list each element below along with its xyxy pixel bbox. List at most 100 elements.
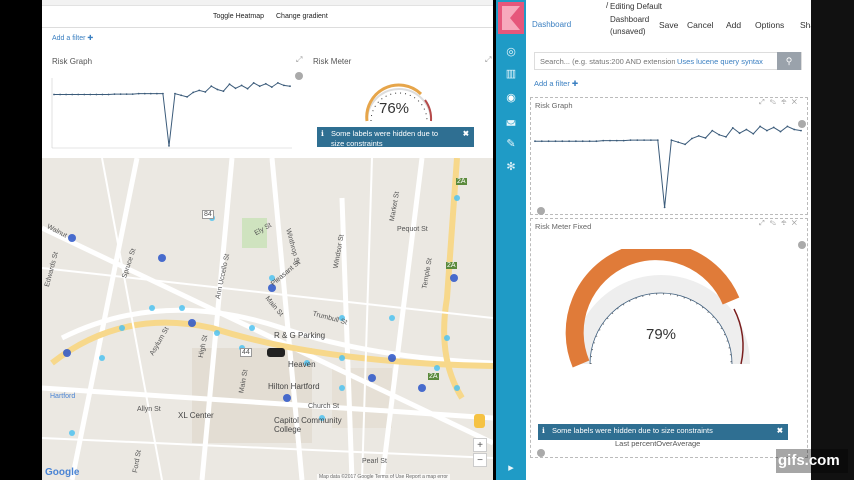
heatmap-map[interactable]: Walnut Edwards St Ely St Pleasant St Mai… bbox=[42, 158, 493, 480]
risk-data-point[interactable] bbox=[684, 143, 686, 146]
risk-data-point[interactable] bbox=[270, 86, 273, 88]
risk-data-point[interactable] bbox=[547, 140, 550, 143]
risk-data-point[interactable] bbox=[137, 92, 140, 95]
risk-data-point[interactable] bbox=[162, 92, 164, 95]
add-button[interactable]: Add bbox=[726, 20, 741, 30]
risk-data-point[interactable] bbox=[59, 93, 61, 96]
risk-data-point[interactable] bbox=[656, 139, 659, 141]
risk-data-point[interactable] bbox=[107, 93, 110, 96]
risk-data-point[interactable] bbox=[602, 139, 605, 142]
risk-data-point[interactable] bbox=[595, 140, 598, 143]
devtools-icon[interactable]: ✎ bbox=[504, 138, 518, 150]
lucene-syntax-link[interactable]: Uses lucene query syntax bbox=[675, 57, 763, 66]
options-button[interactable]: Options bbox=[755, 20, 784, 30]
expand-icon[interactable]: ⤢ bbox=[485, 55, 491, 65]
risk-data-point[interactable] bbox=[766, 129, 768, 132]
risk-data-point[interactable] bbox=[283, 84, 285, 87]
risk-data-point[interactable] bbox=[759, 125, 761, 128]
risk-data-point[interactable] bbox=[581, 140, 584, 143]
risk-data-point[interactable] bbox=[228, 83, 231, 86]
map-attribution[interactable]: Map data ©2017 Google Terms of Use Repor… bbox=[317, 474, 450, 480]
risk-data-point[interactable] bbox=[174, 92, 176, 95]
risk-data-point[interactable] bbox=[650, 139, 652, 141]
zoom-in-button[interactable]: + bbox=[473, 438, 487, 452]
risk-data-point[interactable] bbox=[65, 93, 67, 96]
risk-data-point[interactable] bbox=[222, 90, 225, 93]
risk-data-point[interactable] bbox=[125, 93, 128, 95]
risk-data-point[interactable] bbox=[636, 139, 639, 141]
risk-data-point[interactable] bbox=[615, 139, 618, 142]
add-filter-link[interactable]: Add a filter ✚ bbox=[52, 34, 93, 42]
risk-data-point[interactable] bbox=[725, 136, 727, 138]
risk-data-point[interactable] bbox=[156, 92, 158, 95]
risk-data-point[interactable] bbox=[793, 128, 796, 131]
change-gradient-button[interactable]: Change gradient bbox=[276, 13, 328, 20]
timelion-icon[interactable]: ◛ bbox=[504, 114, 518, 126]
risk-data-point[interactable] bbox=[752, 132, 755, 135]
risk-data-point[interactable] bbox=[289, 85, 291, 88]
risk-data-point[interactable] bbox=[246, 87, 249, 90]
risk-data-point[interactable] bbox=[264, 82, 267, 85]
risk-data-point[interactable] bbox=[216, 88, 219, 91]
risk-data-point[interactable] bbox=[277, 82, 279, 84]
risk-data-point[interactable] bbox=[704, 137, 707, 139]
risk-data-point[interactable] bbox=[800, 129, 802, 132]
risk-data-point[interactable] bbox=[252, 82, 255, 84]
risk-data-point[interactable] bbox=[71, 93, 74, 96]
risk-data-point[interactable] bbox=[663, 206, 666, 209]
toggle-heatmap-button[interactable]: Toggle Heatmap bbox=[213, 13, 264, 20]
risk-data-point[interactable] bbox=[731, 127, 734, 129]
risk-data-point[interactable] bbox=[210, 85, 213, 88]
discover-icon[interactable]: ◎ bbox=[504, 46, 518, 58]
risk-data-point[interactable] bbox=[697, 135, 700, 137]
risk-data-point[interactable] bbox=[718, 133, 721, 136]
panel-controls[interactable]: ⤢✎✥✕ bbox=[759, 220, 802, 228]
risk-data-point[interactable] bbox=[180, 94, 183, 97]
risk-data-point[interactable] bbox=[568, 140, 570, 143]
close-icon[interactable]: ✖ bbox=[463, 129, 469, 138]
risk-data-point[interactable] bbox=[198, 89, 201, 92]
close-icon[interactable]: ✖ bbox=[777, 426, 783, 435]
risk-data-point[interactable] bbox=[186, 96, 189, 98]
risk-data-point[interactable] bbox=[609, 139, 611, 142]
risk-data-point[interactable] bbox=[143, 92, 146, 95]
risk-data-point[interactable] bbox=[534, 140, 536, 143]
add-filter-link[interactable]: Add a filter ✚ bbox=[534, 79, 578, 88]
kibana-logo-icon[interactable] bbox=[498, 2, 524, 34]
zoom-out-button[interactable]: − bbox=[473, 453, 487, 467]
risk-data-point[interactable] bbox=[89, 93, 92, 96]
risk-data-point[interactable] bbox=[745, 128, 748, 131]
risk-data-point[interactable] bbox=[77, 93, 80, 96]
legend-toggle-icon[interactable] bbox=[798, 241, 806, 249]
settings-icon[interactable]: ✻ bbox=[504, 161, 518, 173]
risk-data-point[interactable] bbox=[588, 140, 591, 143]
risk-data-point[interactable] bbox=[779, 130, 782, 133]
risk-data-point[interactable] bbox=[101, 93, 104, 96]
risk-data-point[interactable] bbox=[83, 93, 86, 96]
risk-data-point[interactable] bbox=[629, 139, 632, 141]
risk-data-point[interactable] bbox=[575, 140, 577, 143]
risk-data-point[interactable] bbox=[786, 125, 789, 128]
risk-data-point[interactable] bbox=[53, 93, 55, 96]
visualize-icon[interactable]: ▥ bbox=[504, 68, 518, 80]
risk-data-point[interactable] bbox=[622, 139, 625, 142]
risk-data-point[interactable] bbox=[258, 85, 261, 88]
risk-data-point[interactable] bbox=[168, 145, 170, 147]
risk-data-point[interactable] bbox=[204, 91, 207, 93]
pegman-icon[interactable] bbox=[474, 414, 485, 428]
risk-data-point[interactable] bbox=[131, 93, 134, 95]
share-button[interactable]: Share bbox=[800, 20, 811, 30]
risk-data-point[interactable] bbox=[554, 140, 557, 143]
risk-data-point[interactable] bbox=[677, 141, 680, 144]
cancel-button[interactable]: Cancel bbox=[687, 20, 713, 30]
collapse-icon[interactable]: ▸ bbox=[504, 462, 518, 474]
breadcrumb-dashboard-link[interactable]: Dashboard bbox=[532, 20, 571, 29]
risk-data-point[interactable] bbox=[738, 132, 741, 135]
legend-toggle-icon[interactable] bbox=[537, 449, 545, 457]
dashboard-icon[interactable]: ◉ bbox=[504, 92, 518, 104]
risk-data-point[interactable] bbox=[113, 93, 116, 95]
risk-data-point[interactable] bbox=[643, 139, 645, 141]
risk-data-point[interactable] bbox=[691, 137, 693, 140]
risk-data-point[interactable] bbox=[192, 91, 195, 94]
risk-data-point[interactable] bbox=[561, 140, 564, 143]
